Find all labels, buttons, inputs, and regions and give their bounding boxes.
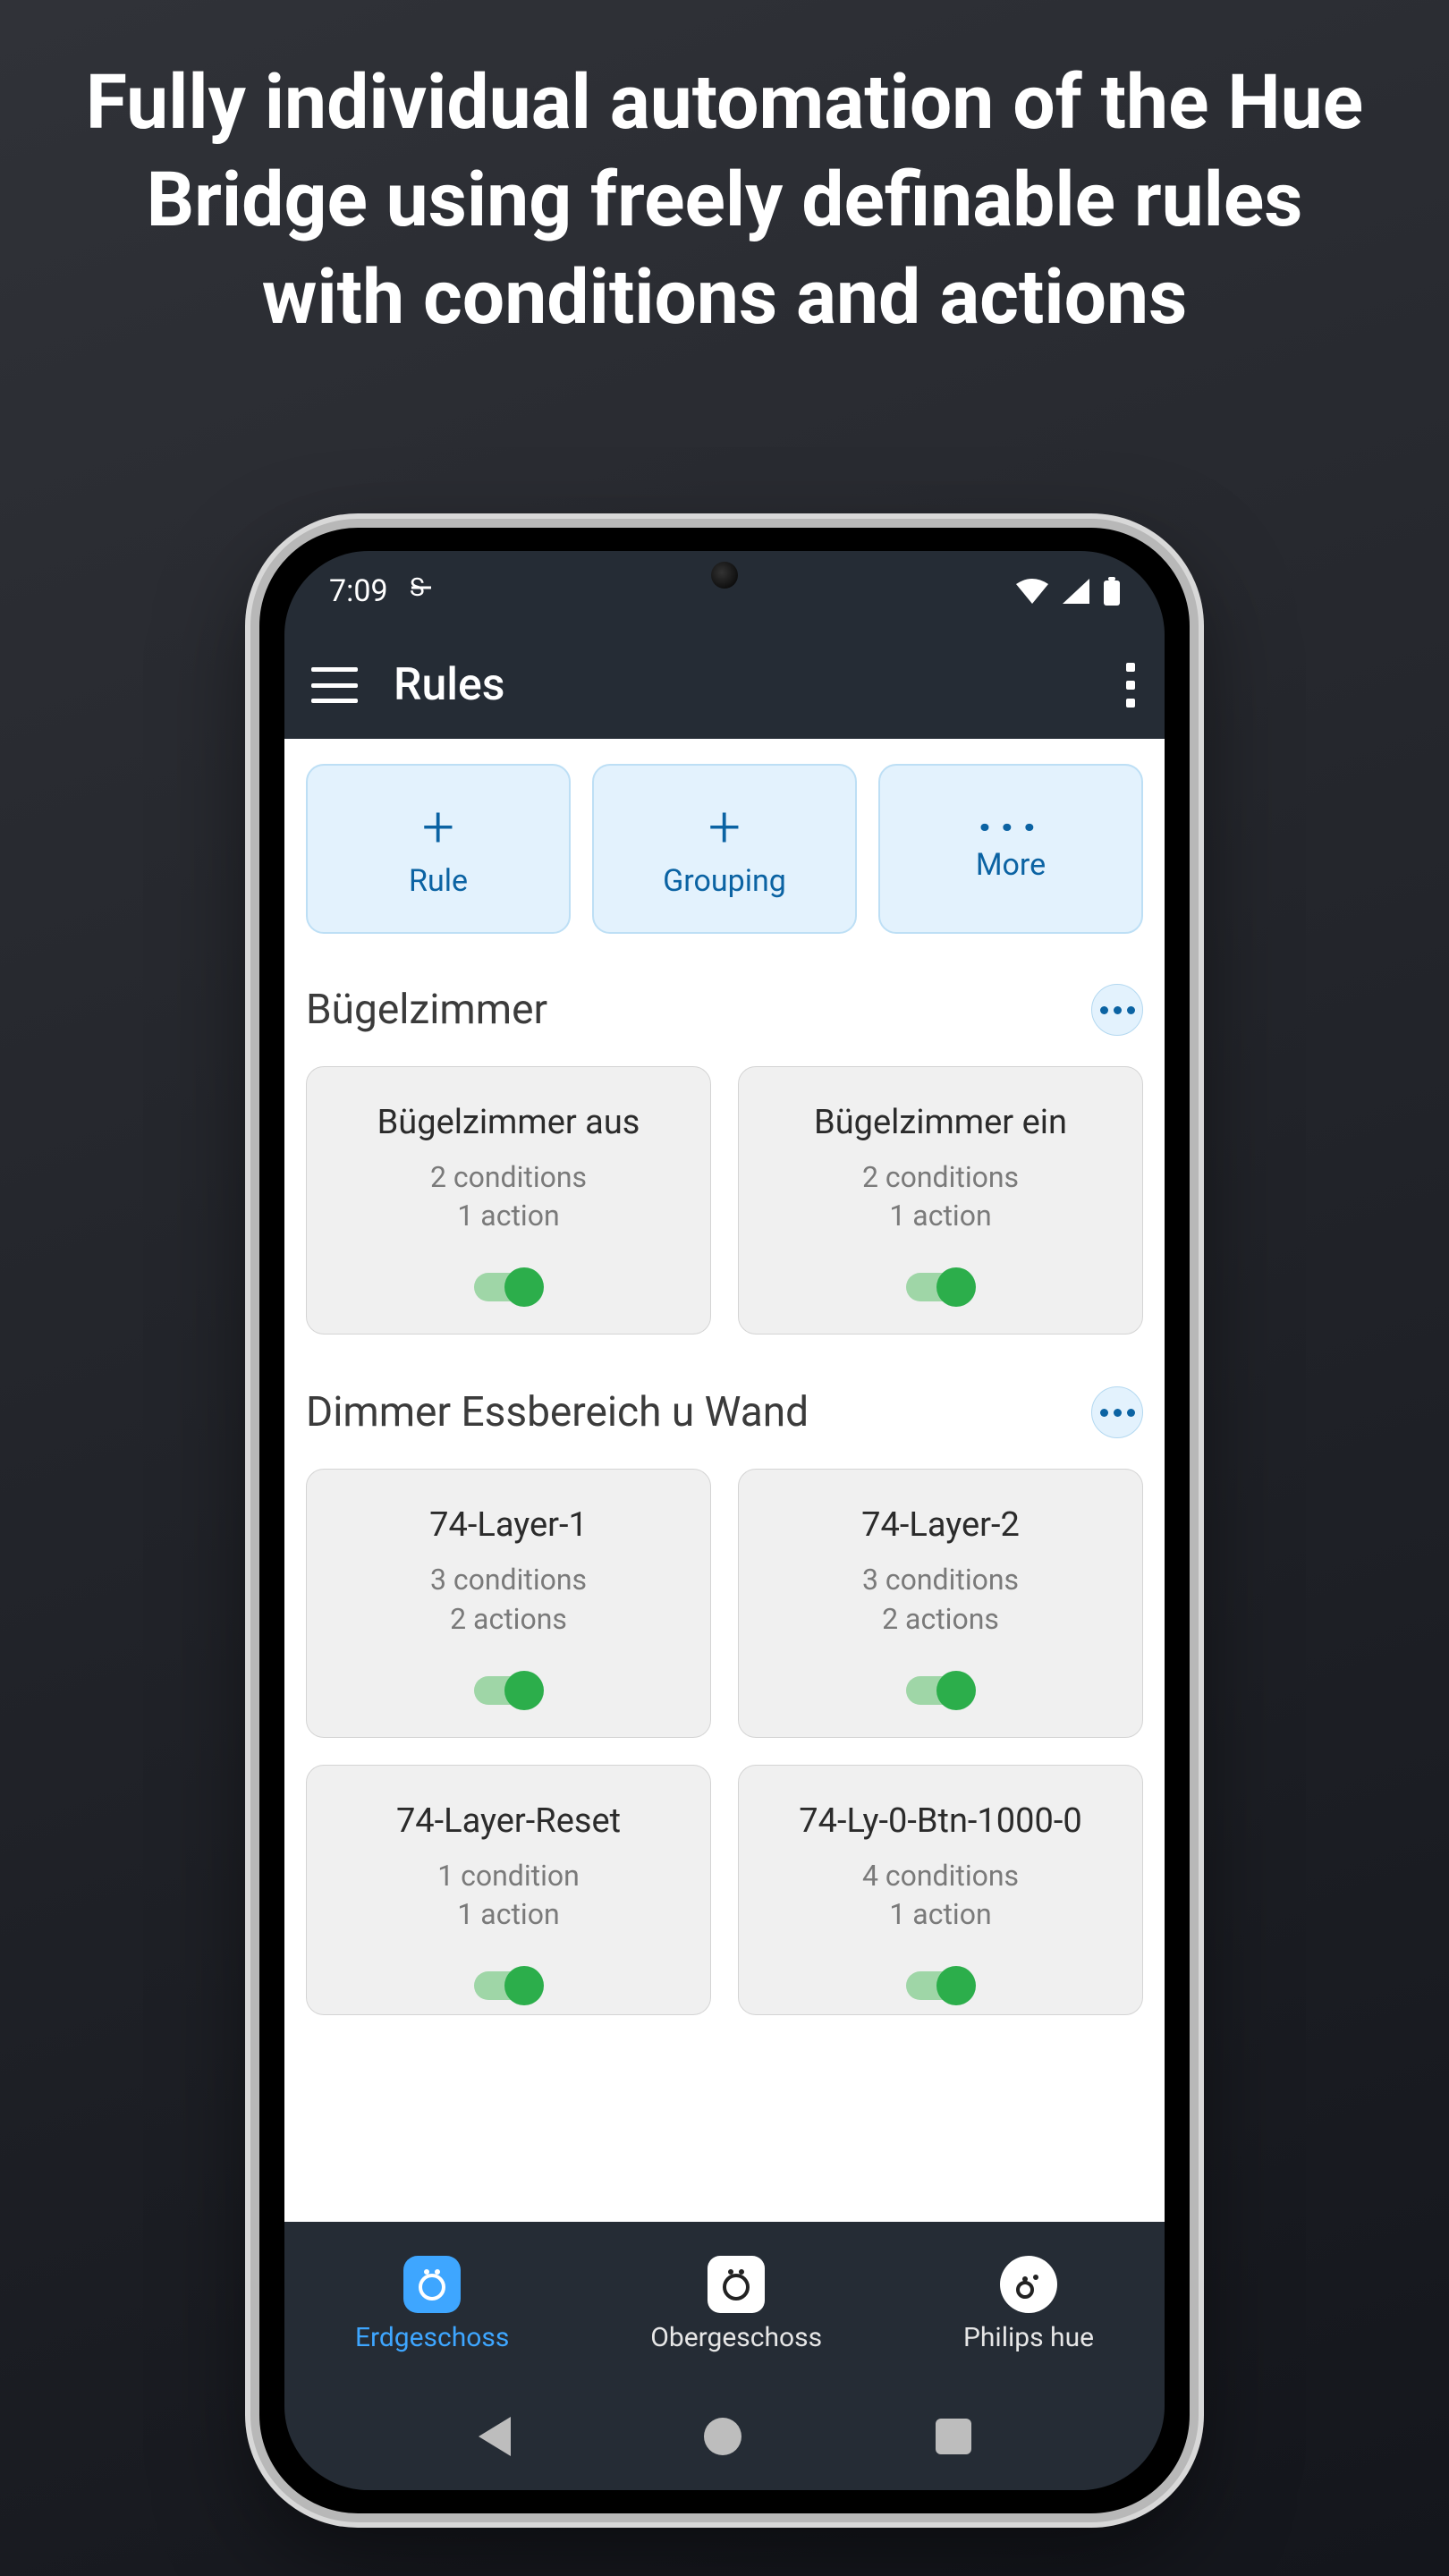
status-app-icon: S [410,573,433,609]
rule-title: 74-Ly-0-Btn-1000-0 [799,1801,1081,1841]
plus-icon: + [422,799,454,856]
rule-card[interactable]: 74-Ly-0-Btn-1000-0 4 conditions 1 action [738,1765,1143,2015]
add-rule-button[interactable]: + Rule [306,764,571,934]
wifi-icon [1016,579,1048,604]
rule-conditions: 1 condition [437,1857,580,1895]
rule-actions: 2 actions [450,1600,567,1639]
rule-toggle[interactable] [906,1966,976,2005]
action-buttons-row: + Rule + Grouping ··· More [284,739,1165,959]
rule-conditions: 2 conditions [430,1158,587,1197]
rule-card[interactable]: 74-Layer-1 3 conditions 2 actions [306,1469,711,1737]
add-grouping-label: Grouping [663,863,786,899]
rule-grid: Bügelzimmer aus 2 conditions 1 action Bü… [284,1050,1165,1361]
recents-icon[interactable] [936,2419,971,2454]
rule-toggle[interactable] [474,1966,544,2005]
rule-title: 74-Layer-Reset [396,1801,621,1841]
nav-label: Philips hue [963,2322,1094,2353]
status-time: 7:09 [329,573,388,609]
floor-icon [403,2256,461,2313]
page-title: Rules [394,659,505,711]
floor-icon [708,2256,765,2313]
ellipsis-icon: ··· [978,815,1045,840]
group-title: Dimmer Essbereich u Wand [306,1388,809,1436]
nav-label: Obergeschoss [650,2322,822,2353]
nav-tab-obergeschoss[interactable]: Obergeschoss [650,2256,822,2353]
overflow-menu-icon[interactable] [1123,663,1138,708]
screen: 7:09 S Rules [284,551,1165,2490]
rule-actions: 1 action [889,1197,991,1235]
system-nav-bar [284,2383,1165,2490]
rule-toggle[interactable] [906,1671,976,1710]
nav-label: Erdgeschoss [355,2322,509,2353]
group-more-button[interactable] [1091,984,1143,1036]
rule-actions: 2 actions [882,1600,999,1639]
rule-title: Bügelzimmer aus [377,1103,640,1142]
rule-card[interactable]: 74-Layer-2 3 conditions 2 actions [738,1469,1143,1737]
add-grouping-button[interactable]: + Grouping [592,764,857,934]
rule-conditions: 3 conditions [430,1561,587,1599]
app-bar: Rules [284,631,1165,739]
rule-title: 74-Layer-1 [429,1505,588,1545]
bottom-nav: Erdgeschoss Obergeschoss Philips hue [284,2222,1165,2383]
nav-tab-erdgeschoss[interactable]: Erdgeschoss [355,2256,509,2353]
rule-toggle[interactable] [474,1671,544,1710]
rule-actions: 1 action [457,1895,559,1934]
group-more-button[interactable] [1091,1386,1143,1438]
promo-headline: Fully individual automation of the Hue B… [0,0,1449,347]
menu-icon[interactable] [311,667,358,703]
camera-punch-hole [711,562,738,589]
group-title: Bügelzimmer [306,986,547,1034]
battery-icon [1104,577,1120,606]
cell-signal-icon [1063,579,1089,604]
rule-actions: 1 action [457,1197,559,1235]
group-header: Dimmer Essbereich u Wand [284,1361,1165,1453]
rule-actions: 1 action [889,1895,991,1934]
rule-title: Bügelzimmer ein [814,1103,1067,1142]
add-rule-label: Rule [409,863,468,899]
rule-toggle[interactable] [906,1267,976,1307]
rule-card[interactable]: Bügelzimmer aus 2 conditions 1 action [306,1066,711,1335]
rule-card[interactable]: 74-Layer-Reset 1 condition 1 action [306,1765,711,2015]
back-icon[interactable] [479,2417,511,2456]
rule-toggle[interactable] [474,1267,544,1307]
rule-card[interactable]: Bügelzimmer ein 2 conditions 1 action [738,1066,1143,1335]
rule-title: 74-Layer-2 [861,1505,1020,1545]
plus-icon: + [708,799,741,856]
rule-conditions: 2 conditions [862,1158,1019,1197]
hue-icon [1000,2256,1057,2313]
group-header: Bügelzimmer [284,959,1165,1050]
home-icon[interactable] [704,2418,741,2455]
rule-conditions: 4 conditions [862,1857,1019,1895]
rule-grid: 74-Layer-1 3 conditions 2 actions 74-Lay… [284,1453,1165,2042]
rule-conditions: 3 conditions [862,1561,1019,1599]
content-area: + Rule + Grouping ··· More Bügelzimmer [284,739,1165,2222]
phone-frame: 7:09 S Rules [250,519,1199,2522]
more-actions-button[interactable]: ··· More [878,764,1143,934]
more-label: More [976,847,1046,883]
nav-tab-philips-hue[interactable]: Philips hue [963,2256,1094,2353]
